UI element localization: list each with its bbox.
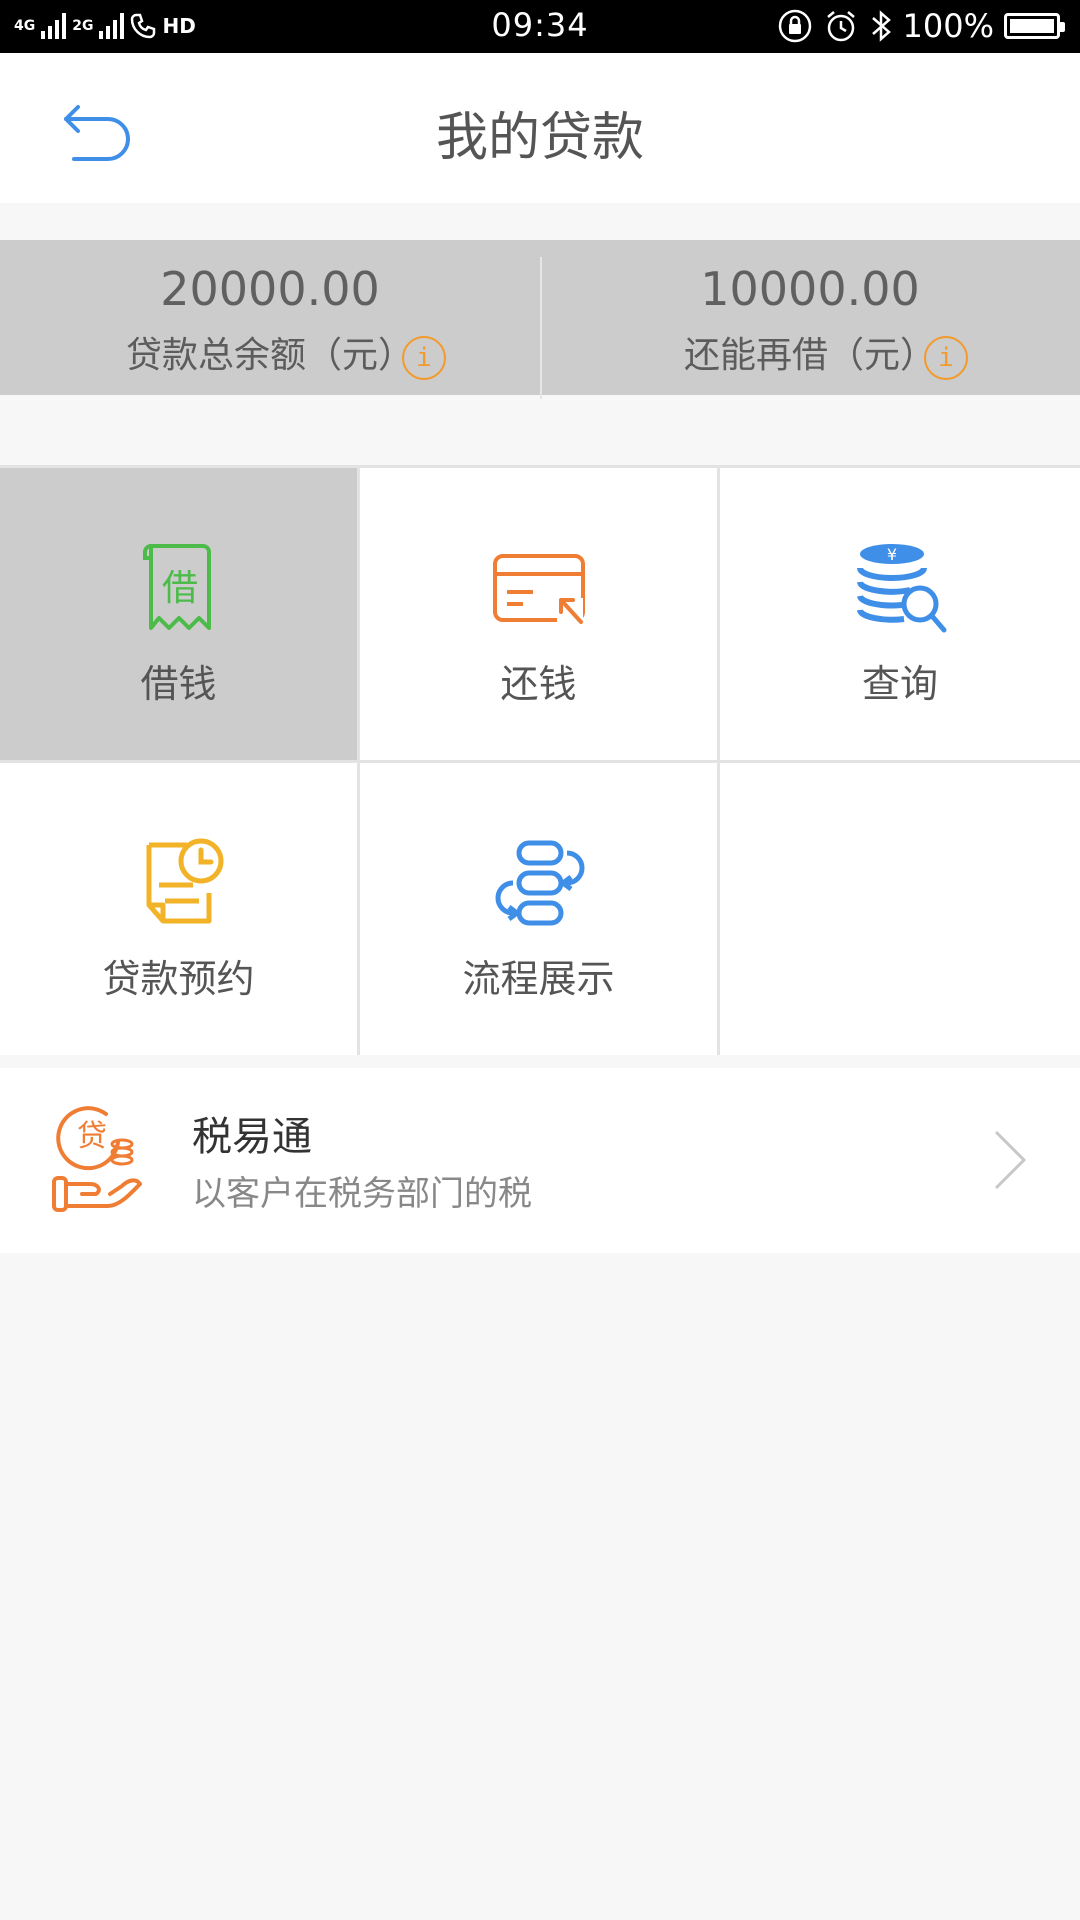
alarm-icon bbox=[826, 11, 855, 42]
summary-available-credit: 10000.00 还能再借（元） i bbox=[540, 240, 1080, 395]
rotation-lock-icon bbox=[778, 9, 811, 43]
available-credit-label: 还能再借（元） bbox=[683, 335, 936, 376]
product-subtitle: 以客户在税务部门的税 bbox=[192, 1174, 532, 1214]
repay-card-icon bbox=[492, 554, 585, 628]
available-credit-info-icon[interactable]: i bbox=[924, 336, 968, 380]
appointment-document-icon bbox=[146, 838, 223, 924]
menu-borrow-label: 借钱 bbox=[140, 662, 217, 706]
menu-loan-appointment[interactable]: 贷款预约 bbox=[0, 763, 357, 1055]
total-balance-amount: 20000.00 bbox=[160, 262, 380, 316]
bluetooth-icon bbox=[871, 10, 891, 42]
menu-repay-label: 还钱 bbox=[500, 662, 577, 706]
menu-borrow[interactable]: 借 借钱 bbox=[0, 468, 357, 760]
summary-divider bbox=[540, 257, 542, 399]
page-title: 我的贷款 bbox=[435, 108, 644, 168]
product-title: 税易通 bbox=[192, 1114, 312, 1160]
function-grid: 借 借钱 还钱 ¥ 查询 贷款预约 流程展示 bbox=[0, 465, 1080, 1055]
borrow-receipt-icon: 借 bbox=[142, 544, 211, 630]
battery-icon bbox=[1004, 13, 1065, 39]
total-balance-label: 贷款总余额（元） bbox=[125, 335, 414, 376]
available-credit-amount: 10000.00 bbox=[700, 262, 920, 316]
process-flow-icon bbox=[495, 840, 584, 926]
total-balance-info-icon[interactable]: i bbox=[402, 336, 446, 380]
menu-loan-appointment-label: 贷款预约 bbox=[102, 957, 255, 1001]
loan-hand-icon: 贷 bbox=[52, 1106, 142, 1212]
coin-search-icon: ¥ bbox=[857, 544, 947, 633]
menu-empty-slot bbox=[720, 763, 1080, 1055]
battery-percent: 100% bbox=[902, 7, 994, 45]
status-bar: 4G 2G HD 09:34 100% bbox=[0, 0, 1080, 53]
menu-query-label: 查询 bbox=[861, 662, 938, 706]
status-right: 100% bbox=[777, 6, 1065, 46]
borrow-icon-text: 借 bbox=[161, 568, 197, 609]
product-tax-easy[interactable]: 贷 税易通 以客户在税务部门的税 bbox=[0, 1068, 1080, 1253]
menu-repay[interactable]: 还钱 bbox=[360, 468, 717, 760]
menu-process-display-label: 流程展示 bbox=[462, 957, 615, 1001]
battery-fill bbox=[1010, 19, 1054, 33]
app-header: 我的贷款 bbox=[0, 53, 1080, 203]
coin-icon-text: ¥ bbox=[887, 545, 897, 564]
chevron-right-icon[interactable] bbox=[992, 1128, 1028, 1192]
menu-process-display[interactable]: 流程展示 bbox=[360, 763, 717, 1055]
loan-hand-icon-text: 贷 bbox=[77, 1119, 107, 1154]
menu-query[interactable]: ¥ 查询 bbox=[720, 468, 1080, 760]
summary-total-balance: 20000.00 贷款总余额（元） i bbox=[0, 240, 540, 395]
